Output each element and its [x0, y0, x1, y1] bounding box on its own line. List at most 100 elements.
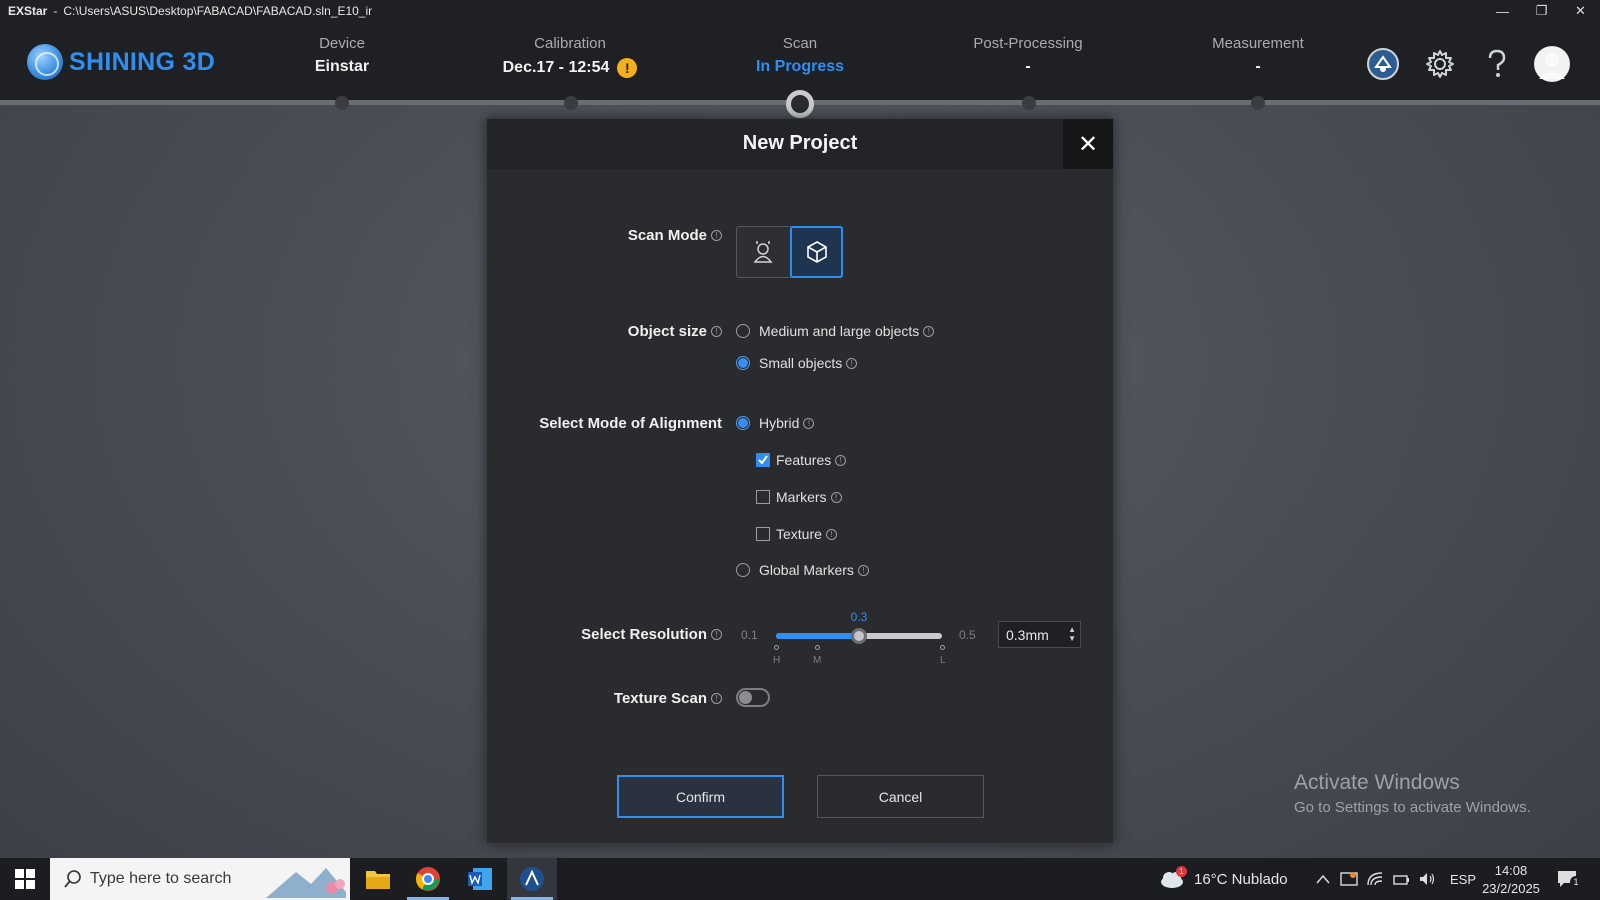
step-scan[interactable]: Scan In Progress [700, 35, 900, 76]
step-dot-calibration [564, 96, 578, 110]
step-dot-device [335, 96, 349, 110]
notification-count: 1 [1570, 876, 1582, 888]
battery-icon[interactable] [1392, 871, 1410, 887]
tick-h [774, 645, 779, 650]
portrait-icon [753, 241, 773, 263]
info-icon[interactable]: ! [857, 564, 869, 576]
step-value: Einstar [314, 58, 370, 75]
mountain-decoration-icon [266, 868, 346, 898]
brand-name: SHINING 3D [69, 47, 216, 76]
markers-checkbox[interactable]: Markers! [756, 489, 842, 505]
step-label: Post-Processing [973, 35, 1083, 52]
hybrid-option[interactable]: Hybrid! [736, 415, 815, 431]
info-icon[interactable]: ! [711, 325, 722, 337]
step-dot-post-processing [1022, 96, 1036, 110]
taskbar-search[interactable]: Type here to search [50, 858, 350, 900]
tick-l [940, 645, 945, 650]
restore-button[interactable]: ❐ [1522, 0, 1561, 22]
step-calibration[interactable]: Calibration Dec.17 - 12:54! [470, 35, 670, 78]
stepper-arrows[interactable]: ▲ ▼ [1068, 625, 1076, 643]
step-post-processing[interactable]: Post-Processing - [928, 35, 1128, 76]
file-explorer-app[interactable] [353, 858, 403, 900]
cube-icon [806, 241, 827, 263]
step-device[interactable]: Device Einstar [242, 35, 442, 76]
tick-label-h: H [773, 655, 781, 666]
new-project-dialog: New Project ✕ Scan Mode! Object size! Me… [486, 118, 1114, 844]
windows-icon [15, 869, 35, 889]
weather-text: 16°C Nublado [1194, 870, 1288, 888]
info-icon[interactable]: ! [830, 491, 842, 503]
notification-center[interactable]: 1 [1556, 858, 1582, 900]
texture-checkbox[interactable]: Texture! [756, 526, 837, 542]
texture-scan-toggle[interactable] [736, 688, 770, 707]
resolution-stepper[interactable]: 0.3mm ▲ ▼ [998, 621, 1081, 648]
radio-button[interactable] [736, 356, 750, 370]
radio-button[interactable] [736, 563, 750, 577]
project-path: C:\Users\ASUS\Desktop\FABACAD\FABACAD.sl… [63, 4, 373, 18]
checkbox[interactable] [756, 453, 770, 467]
weather-widget[interactable]: 1 16°C Nublado [1160, 858, 1288, 900]
tray-icons[interactable]: ESP [1316, 858, 1476, 900]
info-icon[interactable]: ! [825, 528, 837, 540]
watermark-subtitle: Go to Settings to activate Windows. [1294, 799, 1531, 816]
word-icon [468, 868, 492, 890]
info-icon[interactable]: ! [803, 417, 815, 429]
global-markers-option[interactable]: Global Markers! [736, 562, 869, 578]
chrome-app[interactable] [403, 858, 453, 900]
medium-large-objects-option[interactable]: Medium and large objects! [736, 323, 935, 339]
object-mode-button[interactable] [790, 226, 843, 278]
speaker-icon[interactable] [1418, 871, 1436, 887]
chrome-icon [415, 867, 440, 891]
title-separator: - [53, 4, 58, 18]
step-measurement[interactable]: Measurement - [1158, 35, 1358, 76]
info-icon[interactable]: ! [923, 325, 935, 337]
step-label: Measurement [1212, 35, 1304, 52]
step-value: - [1025, 58, 1031, 75]
wifi-icon[interactable] [1366, 871, 1384, 887]
info-icon[interactable]: ! [711, 692, 722, 704]
dialog-title: New Project [742, 132, 858, 154]
help-icon[interactable] [1479, 46, 1515, 82]
model-icon[interactable] [1365, 46, 1401, 82]
portrait-mode-button[interactable] [737, 227, 789, 277]
system-clock[interactable]: 14:08 23/2/2025 [1476, 862, 1546, 898]
windows-start-button[interactable] [0, 858, 50, 900]
security-icon[interactable] [1340, 871, 1358, 887]
tick-m [815, 645, 820, 650]
folder-icon [366, 871, 390, 889]
alignment-mode-label: Select Mode of Alignment [539, 414, 722, 432]
radio-button[interactable] [736, 416, 750, 430]
language-indicator[interactable]: ESP [1450, 872, 1476, 887]
info-icon[interactable]: ! [835, 454, 847, 466]
step-value: Dec.17 - 12:54! [470, 58, 670, 78]
info-icon[interactable]: ! [711, 229, 722, 241]
taskbar: Type here to search 1 16°C Nublado ESP 1… [0, 858, 1600, 900]
gear-icon[interactable] [1422, 46, 1458, 82]
small-objects-option[interactable]: Small objects! [736, 355, 858, 371]
search-placeholder: Type here to search [90, 870, 232, 887]
close-window-button[interactable]: ✕ [1561, 0, 1600, 22]
info-icon[interactable]: ! [711, 628, 722, 640]
features-checkbox[interactable]: Features! [756, 452, 847, 468]
word-app[interactable] [455, 858, 505, 900]
exstar-app[interactable] [507, 858, 557, 900]
checkbox[interactable] [756, 490, 770, 504]
close-icon[interactable]: ✕ [1063, 119, 1113, 169]
step-dot-measurement [1251, 96, 1265, 110]
checkbox[interactable] [756, 527, 770, 541]
window-titlebar: EXStar - C:\Users\ASUS\Desktop\FABACAD\F… [0, 0, 1600, 22]
step-value: In Progress [755, 58, 845, 75]
avatar[interactable] [1534, 46, 1570, 82]
confirm-button[interactable]: Confirm [617, 775, 784, 818]
chevron-up-icon[interactable] [1316, 874, 1330, 884]
info-icon[interactable]: ! [846, 357, 858, 369]
resolution-slider-thumb[interactable] [851, 628, 867, 644]
clock-time: 14:08 [1494, 863, 1528, 878]
exstar-icon [520, 867, 544, 891]
step-label: Scan [782, 35, 818, 52]
radio-button[interactable] [736, 324, 750, 338]
cancel-button[interactable]: Cancel [817, 775, 984, 818]
resolution-label: Select Resolution! [547, 624, 722, 644]
minimize-button[interactable]: — [1483, 0, 1522, 22]
warning-icon[interactable]: ! [617, 58, 638, 78]
